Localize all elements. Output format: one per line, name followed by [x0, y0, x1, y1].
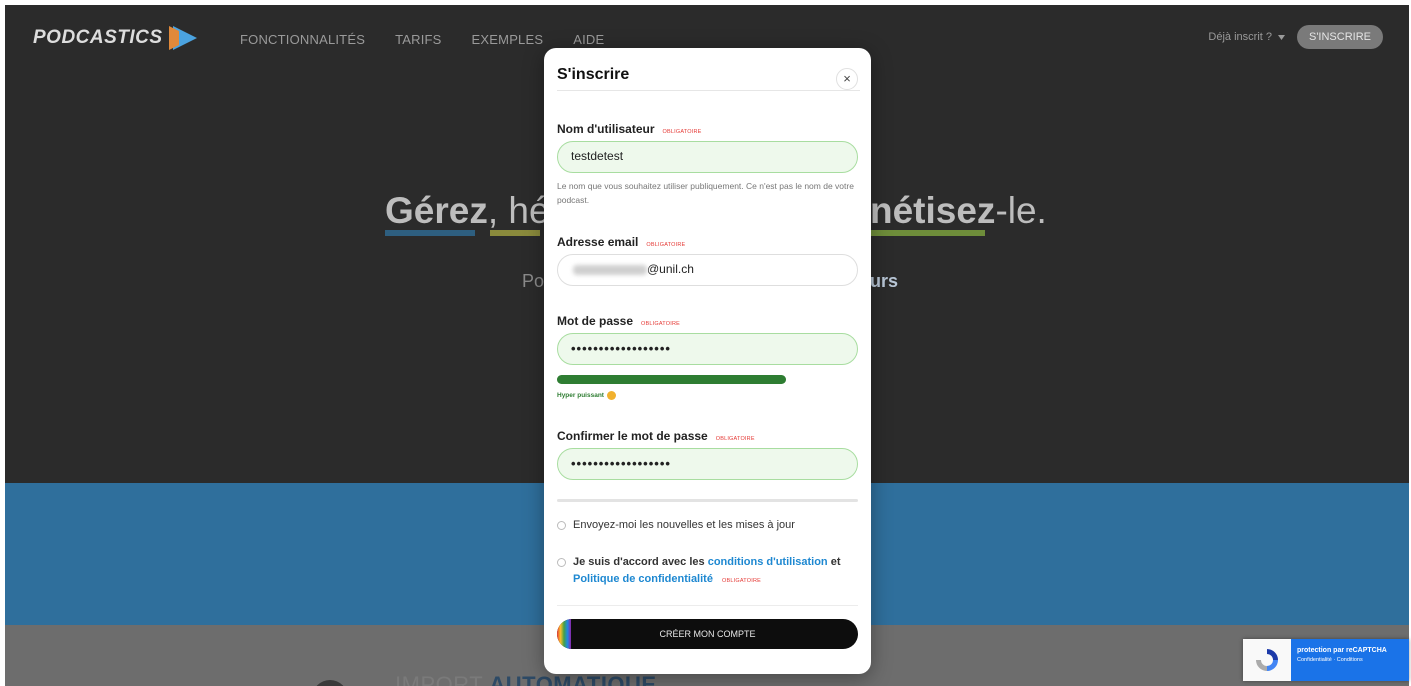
close-icon[interactable]: × [836, 68, 858, 90]
username-label-text: Nom d'utilisateur [557, 122, 655, 136]
nav-account: Déjà inscrit ? S'INSCRIRE [1208, 25, 1383, 49]
emoji-icon [606, 391, 616, 400]
email-input[interactable]: @unil.ch [557, 254, 858, 286]
nav-link-examples[interactable]: EXEMPLES [472, 32, 544, 47]
hero-underline [385, 230, 475, 236]
nav-link-features[interactable]: FONCTIONNALITÉS [240, 32, 365, 47]
divider [557, 605, 858, 606]
username-help-text: Le nom que vous souhaitez utiliser publi… [557, 181, 854, 205]
password-label-text: Mot de passe [557, 314, 634, 328]
confirm-password-label: Confirmer le mot de passe OBLIGATOIRE [557, 429, 755, 443]
signup-modal: S'inscrire × Nom d'utilisateur OBLIGATOI… [544, 48, 871, 674]
rainbow-accent [557, 619, 571, 649]
modal-title: S'inscrire [557, 66, 630, 83]
password-strength-label: Hyper puissant [557, 391, 616, 400]
required-tag: OBLIGATOIRE [646, 242, 686, 248]
signup-nav-button[interactable]: S'INSCRIRE [1297, 25, 1383, 49]
modal-header: S'inscrire × [557, 58, 860, 91]
required-tag: OBLIGATOIRE [662, 129, 702, 135]
nav-link-pricing[interactable]: TARIFS [395, 32, 441, 47]
password-strength-bar [557, 375, 786, 384]
required-tag: OBLIGATOIRE [641, 321, 681, 327]
privacy-link[interactable]: Politique de confidentialité [573, 573, 713, 585]
username-label: Nom d'utilisateur OBLIGATOIRE [557, 122, 702, 136]
newsletter-label: Envoyez-moi les nouvelles et les mises à… [573, 519, 795, 531]
required-tag: OBLIGATOIRE [715, 436, 755, 442]
hero-bold-left: Gérez [385, 190, 488, 231]
hero-bold-right: nétisez [870, 190, 996, 231]
terms-prefix: Je suis d'accord avec les [573, 556, 708, 568]
recaptcha-badge[interactable]: protection par reCAPTCHA Confidentialité… [1243, 639, 1409, 681]
nav-link-help[interactable]: AIDE [573, 32, 604, 47]
create-account-label: CRÉER MON COMPTE [659, 629, 756, 639]
hero-sub-left: Po [522, 271, 545, 291]
recaptcha-links[interactable]: Confidentialité · Conditions [1297, 657, 1403, 663]
hero-underline [490, 230, 540, 236]
main-nav: FONCTIONNALITÉS TARIFS EXEMPLES AIDE [240, 32, 604, 47]
feature-title-light: IMPORT [395, 672, 490, 686]
required-tag: OBLIGATOIRE [722, 578, 762, 584]
terms-option[interactable]: Je suis d'accord avec les conditions d'u… [557, 554, 858, 590]
email-label-text: Adresse email [557, 235, 639, 249]
redacted-text [573, 264, 647, 275]
login-dropdown[interactable]: Déjà inscrit ? [1208, 31, 1285, 43]
newsletter-option[interactable]: Envoyez-moi les nouvelles et les mises à… [557, 517, 795, 534]
divider [557, 499, 858, 502]
newsletter-checkbox[interactable] [557, 521, 566, 530]
username-input[interactable]: testdetest [557, 141, 858, 173]
terms-checkbox[interactable] [557, 558, 566, 567]
recaptcha-text: protection par reCAPTCHA Confidentialité… [1291, 639, 1409, 681]
feature-title-bold: AUTOMATIQUE [489, 672, 657, 686]
hero-underline [870, 230, 985, 236]
email-label: Adresse email OBLIGATOIRE [557, 235, 685, 249]
password-input[interactable]: •••••••••••••••••• [557, 333, 858, 365]
hero-cta-partial[interactable]: urs [870, 271, 898, 292]
logo-play-icon [168, 26, 197, 50]
feature-title: IMPORT AUTOMATIQUE [395, 672, 657, 686]
terms-link[interactable]: conditions d'utilisation [708, 556, 828, 568]
chevron-down-icon [1278, 34, 1285, 40]
login-dropdown-label: Déjà inscrit ? [1208, 31, 1272, 43]
hero-text-right: -le. [995, 190, 1047, 231]
recaptcha-title: protection par reCAPTCHA [1297, 647, 1387, 654]
confirm-label-text: Confirmer le mot de passe [557, 429, 708, 443]
terms-and: et [827, 556, 841, 568]
logo-text: PODCASTICS [33, 27, 163, 48]
password-label: Mot de passe OBLIGATOIRE [557, 314, 680, 328]
recaptcha-icon [1243, 639, 1291, 681]
strength-text: Hyper puissant [557, 392, 604, 399]
podcastics-logo[interactable]: PODCASTICS [33, 26, 197, 50]
email-domain: @unil.ch [647, 262, 694, 276]
create-account-button[interactable]: CRÉER MON COMPTE [557, 619, 858, 649]
confirm-password-input[interactable]: •••••••••••••••••• [557, 448, 858, 480]
